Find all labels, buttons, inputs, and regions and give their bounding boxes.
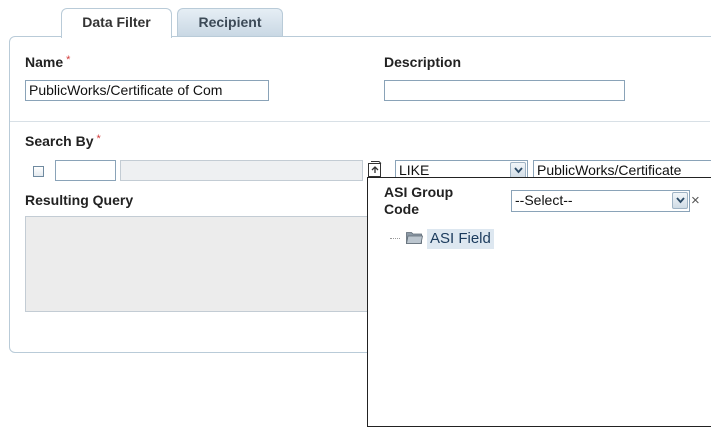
divider — [10, 121, 710, 122]
asi-field-picker-popup: ASI Group Code --Select-- × ASI Field — [367, 177, 711, 427]
search-by-label: Search By * — [25, 133, 101, 149]
search-field-input[interactable] — [55, 160, 116, 181]
name-label: Name * — [25, 54, 71, 70]
description-label: Description — [384, 54, 462, 70]
chevron-down-icon — [672, 192, 688, 209]
description-input[interactable] — [384, 80, 625, 101]
tree-item-asi-field[interactable]: ASI Field — [427, 229, 494, 249]
tree-connector — [390, 238, 400, 240]
close-icon[interactable]: × — [691, 192, 700, 209]
search-checkbox[interactable] — [33, 166, 44, 177]
tab-recipient[interactable]: Recipient — [177, 8, 283, 36]
resulting-query-label: Resulting Query — [25, 192, 134, 208]
field-picker-icon[interactable] — [367, 160, 383, 178]
search-field-name-display — [120, 160, 363, 181]
required-marker: * — [66, 54, 71, 66]
asi-group-code-select[interactable]: --Select-- — [511, 190, 690, 212]
name-input[interactable]: PublicWorks/Certificate of Com — [25, 80, 269, 101]
tab-data-filter[interactable]: Data Filter — [61, 8, 172, 38]
required-marker: * — [96, 133, 101, 145]
asi-group-code-label: ASI Group Code — [384, 184, 454, 217]
folder-icon — [406, 232, 423, 244]
resulting-query-box — [25, 216, 370, 312]
